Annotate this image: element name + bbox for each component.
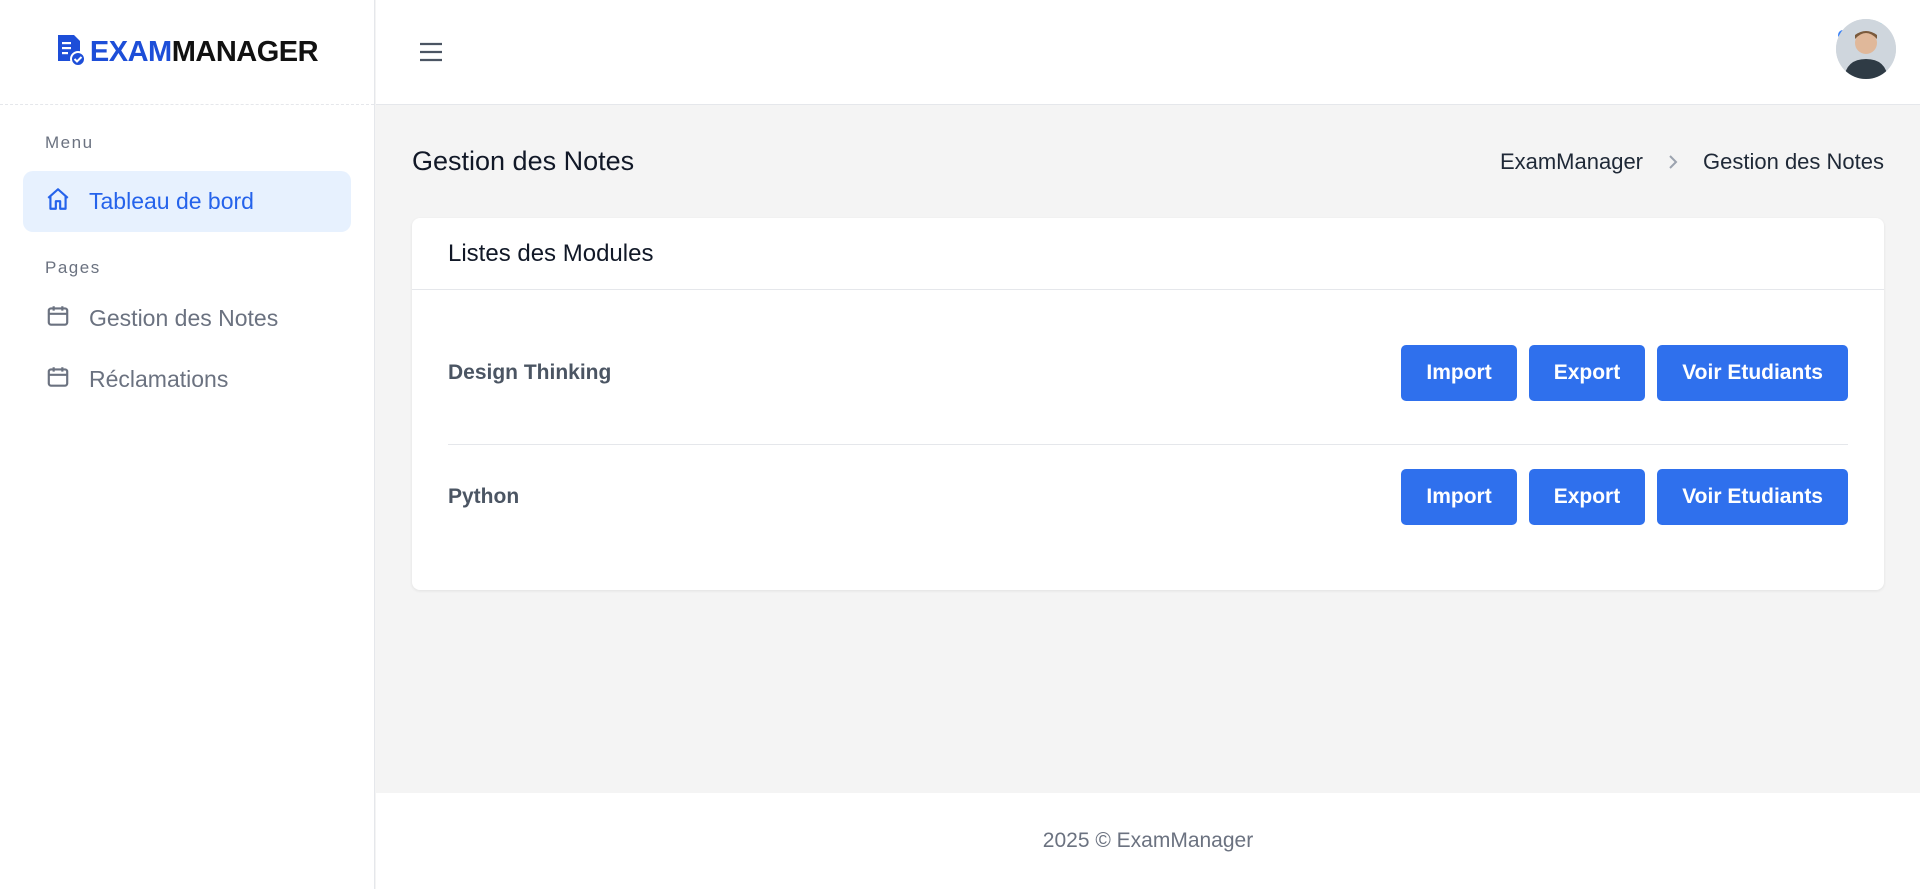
- topbar: [376, 0, 1920, 105]
- brand-name: EXAMMANAGER: [89, 35, 319, 69]
- module-actions: Import Export Voir Etudiants: [1401, 469, 1848, 525]
- export-button[interactable]: Export: [1528, 469, 1646, 525]
- breadcrumb-current: Gestion des Notes: [1703, 148, 1884, 174]
- brand-name-part1: EXAM: [89, 35, 172, 68]
- brand: EXAMMANAGER: [0, 0, 374, 105]
- voir-etudiants-button[interactable]: Voir Etudiants: [1657, 469, 1848, 525]
- chevron-right-icon: [1667, 154, 1679, 170]
- page-header: Gestion des Notes ExamManager Gestion de…: [376, 105, 1920, 218]
- import-button[interactable]: Import: [1401, 469, 1517, 525]
- sidebar-item-gestion-notes[interactable]: Gestion des Notes: [23, 288, 351, 349]
- import-button[interactable]: Import: [1401, 345, 1517, 401]
- calendar-icon: [45, 303, 71, 335]
- sidebar-item-reclamations[interactable]: Réclamations: [23, 349, 351, 410]
- module-name: Design Thinking: [448, 361, 612, 384]
- pages-section-label: Pages: [45, 258, 101, 277]
- sidebar-item-dashboard[interactable]: Tableau de bord: [23, 171, 351, 232]
- document-check-icon: [56, 33, 86, 72]
- brand-logo[interactable]: EXAMMANAGER: [56, 33, 319, 72]
- breadcrumb: ExamManager Gestion des Notes: [1500, 149, 1884, 175]
- breadcrumb-home-link[interactable]: ExamManager: [1500, 149, 1643, 175]
- voir-etudiants-button[interactable]: Voir Etudiants: [1657, 345, 1848, 401]
- card-title: Listes des Modules: [412, 218, 1884, 290]
- sidebar-item-label: Gestion des Notes: [89, 305, 279, 331]
- module-row: Design Thinking Import Export Voir Etudi…: [448, 320, 1848, 444]
- sidebar: EXAMMANAGER Menu Tableau de bord Pages G…: [0, 0, 375, 889]
- module-actions: Import Export Voir Etudiants: [1401, 345, 1848, 401]
- footer-copyright: 2025 © ExamManager: [1042, 829, 1254, 852]
- modules-card: Listes des Modules Design Thinking Impor…: [412, 218, 1884, 590]
- hamburger-icon[interactable]: [414, 34, 448, 70]
- menu-section-label: Menu: [45, 133, 94, 152]
- footer: 2025 © ExamManager: [376, 793, 1920, 889]
- module-row: Python Import Export Voir Etudiants: [448, 444, 1848, 569]
- home-icon: [45, 186, 71, 218]
- sidebar-item-label: Tableau de bord: [89, 188, 254, 214]
- main-content: Gestion des Notes ExamManager Gestion de…: [376, 105, 1920, 590]
- user-avatar[interactable]: [1836, 19, 1896, 79]
- page-title: Gestion des Notes: [412, 146, 635, 176]
- module-name: Python: [448, 485, 520, 508]
- export-button[interactable]: Export: [1528, 345, 1646, 401]
- sidebar-item-label: Réclamations: [89, 366, 229, 392]
- modules-list: Design Thinking Import Export Voir Etudi…: [412, 290, 1884, 569]
- calendar-icon: [45, 364, 71, 396]
- brand-name-part2: MANAGER: [171, 35, 319, 68]
